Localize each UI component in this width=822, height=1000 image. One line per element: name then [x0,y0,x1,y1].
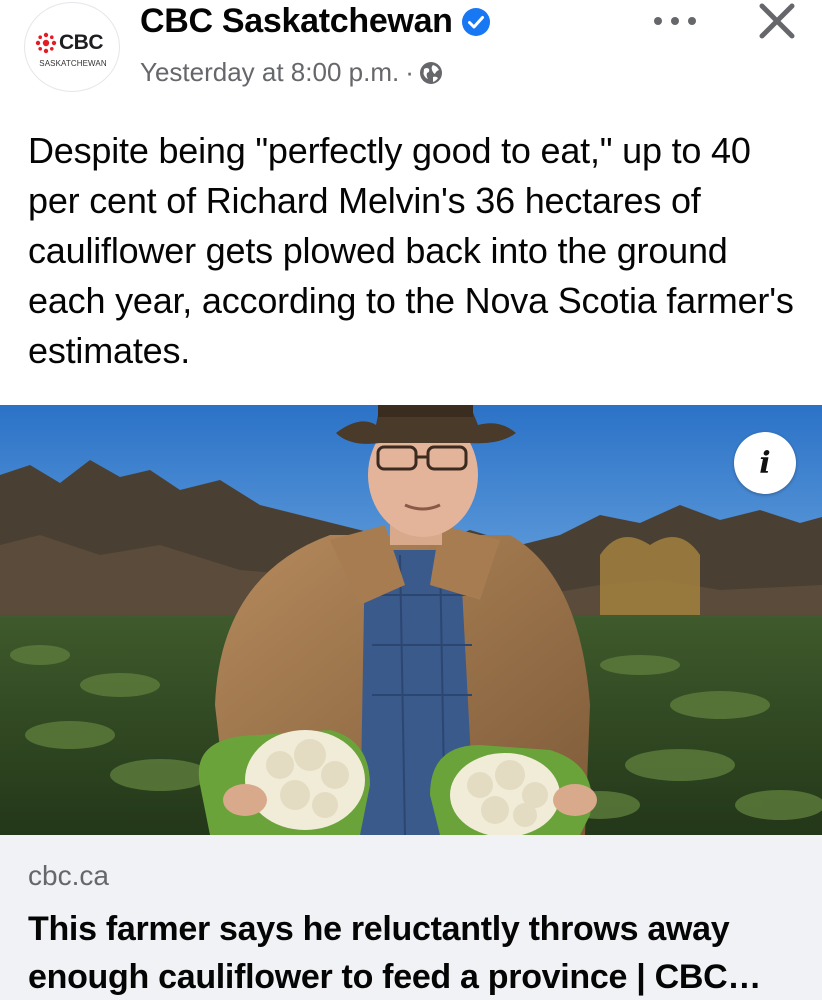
meta-separator: · [405,57,414,87]
avatar-logo-text: CBC [59,31,104,54]
page-name[interactable]: CBC Saskatchewan [140,2,453,41]
post-body-text: Despite being "perfectly good to eat," u… [28,130,794,371]
post-meta: Yesterday at 8:00 p.m. · [140,57,444,88]
more-options-button[interactable] [650,6,700,36]
verified-badge-icon [461,7,490,36]
more-dots-icon [688,17,696,25]
page-name-row: CBC Saskatchewan [140,2,491,41]
avatar-subtext: SASKATCHEWAN [39,59,107,68]
cbc-gem-icon [35,32,57,54]
link-title[interactable]: This farmer says he reluctantly throws a… [28,905,808,1000]
close-icon[interactable] [756,0,798,42]
page-avatar[interactable]: CBC SASKATCHEWAN [24,2,120,92]
link-domain: cbc.ca [28,860,109,891]
cbc-logo: CBC [35,31,104,55]
post-image[interactable] [0,405,822,835]
farmer-photo [0,405,822,835]
info-button[interactable]: i [734,432,796,494]
link-preview-card[interactable]: cbc.ca This farmer says he reluctantly t… [0,835,822,1000]
post-header: CBC SASKATCHEWAN CBC Saskatchewan Yester… [0,0,822,118]
more-dots-icon [671,17,679,25]
post-timestamp[interactable]: Yesterday at 8:00 p.m. [140,57,399,88]
globe-icon [419,61,442,84]
more-dots-icon [654,17,662,25]
